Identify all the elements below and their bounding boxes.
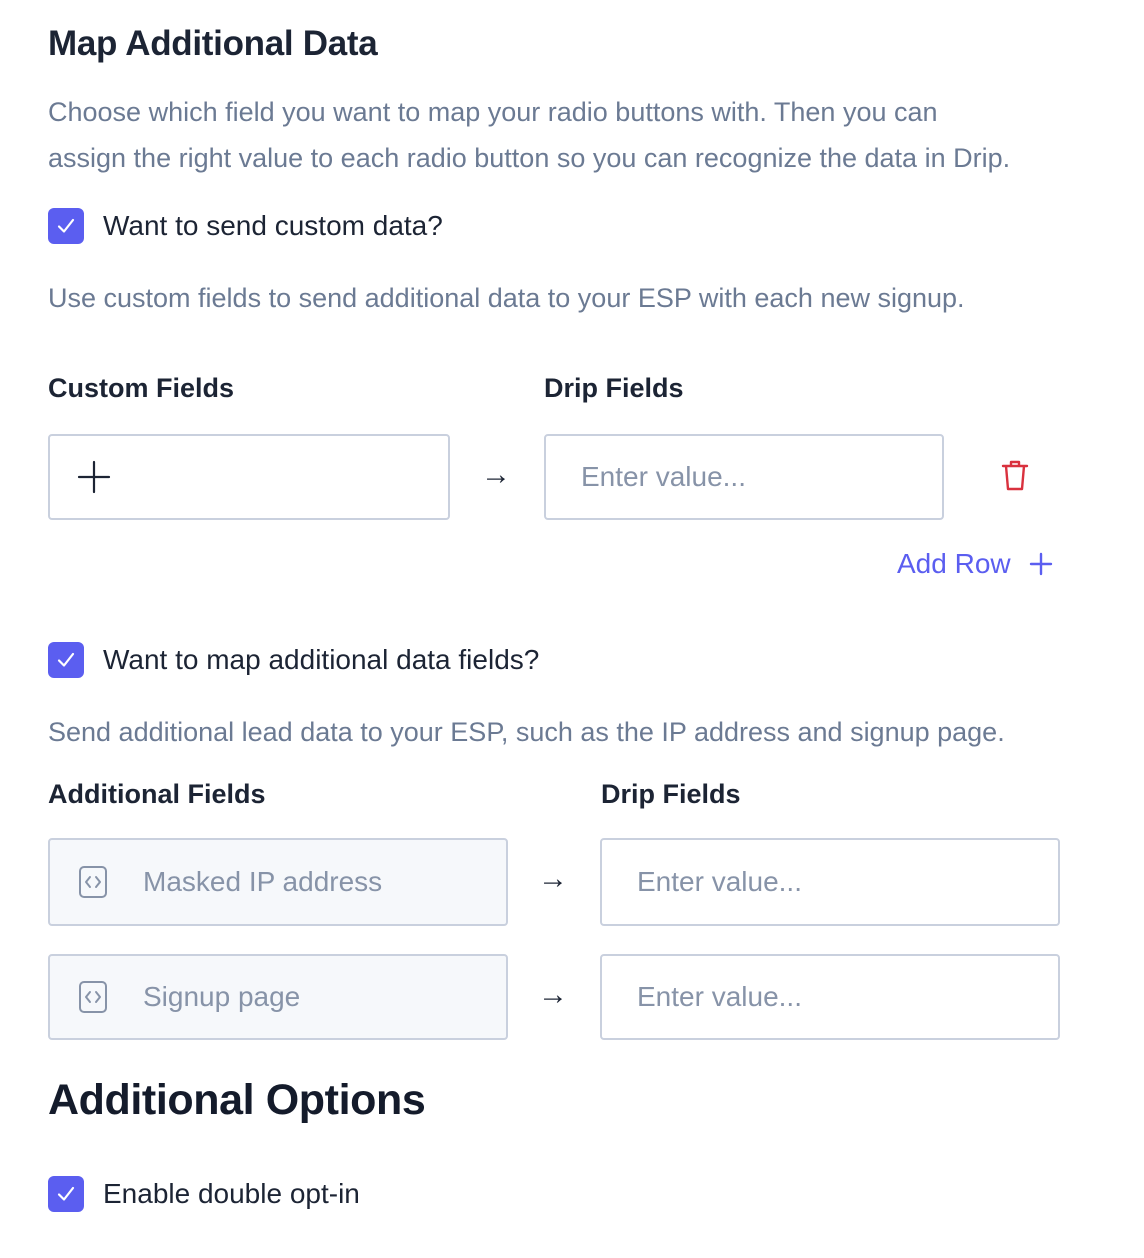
- checkmark-icon: [57, 1186, 75, 1201]
- drip-field-input-container[interactable]: [600, 838, 1060, 926]
- drip-field-input-container[interactable]: [600, 954, 1060, 1040]
- additional-field-name: Signup page: [143, 981, 301, 1012]
- drip-field-input[interactable]: [546, 461, 942, 493]
- drip-fields-column-label: Drip Fields: [544, 373, 684, 403]
- add-row-button[interactable]: Add Row: [897, 548, 1053, 580]
- delete-row-button[interactable]: [1000, 458, 1030, 495]
- additional-fields-checkbox-label: Want to map additional data fields?: [103, 644, 540, 675]
- section-description: Choose which field you want to map your …: [48, 89, 1128, 181]
- code-file-icon: [79, 866, 107, 898]
- section-title-additional-options: Additional Options: [48, 1076, 426, 1124]
- drip-field-input-container[interactable]: [544, 434, 944, 520]
- additional-fields-checkbox-row[interactable]: Want to map additional data fields?: [48, 642, 539, 678]
- additional-fields-description: Send additional lead data to your ESP, s…: [48, 717, 1005, 747]
- code-file-icon: [79, 981, 107, 1013]
- drip-field-input-signup-page[interactable]: [602, 981, 1058, 1013]
- additional-field-name: Masked IP address: [143, 866, 383, 897]
- custom-field-select[interactable]: [48, 434, 450, 520]
- mapping-arrow-icon: →: [481, 458, 511, 491]
- plus-icon: [77, 460, 111, 494]
- drip-field-input-masked-ip[interactable]: [602, 866, 1058, 898]
- checkmark-icon: [57, 652, 75, 667]
- double-optin-checkbox-label: Enable double opt-in: [103, 1178, 360, 1209]
- additional-field-signup-page: Signup page: [48, 954, 508, 1040]
- plus-icon: [1029, 552, 1052, 576]
- checkmark-icon: [57, 218, 75, 233]
- custom-data-description: Use custom fields to send additional dat…: [48, 283, 965, 313]
- custom-data-checkbox-row[interactable]: Want to send custom data?: [48, 208, 443, 244]
- description-line: assign the right value to each radio but…: [48, 143, 1011, 173]
- custom-fields-column-label: Custom Fields: [48, 373, 235, 403]
- additional-fields-column-label: Additional Fields: [48, 779, 266, 809]
- custom-data-checkbox[interactable]: [48, 208, 84, 244]
- mapping-arrow-icon: →: [538, 978, 568, 1011]
- drip-fields-column-label: Drip Fields: [601, 779, 741, 809]
- mapping-arrow-icon: →: [538, 862, 568, 895]
- double-optin-checkbox[interactable]: [48, 1176, 84, 1212]
- additional-field-masked-ip: Masked IP address: [48, 838, 508, 926]
- trash-icon: [1001, 460, 1029, 491]
- additional-fields-checkbox[interactable]: [48, 642, 84, 678]
- section-title-map-additional-data: Map Additional Data: [48, 24, 378, 63]
- add-row-label: Add Row: [897, 548, 1011, 579]
- double-optin-checkbox-row[interactable]: Enable double opt-in: [48, 1176, 360, 1212]
- description-line: Choose which field you want to map your …: [48, 97, 938, 127]
- custom-data-checkbox-label: Want to send custom data?: [103, 210, 443, 241]
